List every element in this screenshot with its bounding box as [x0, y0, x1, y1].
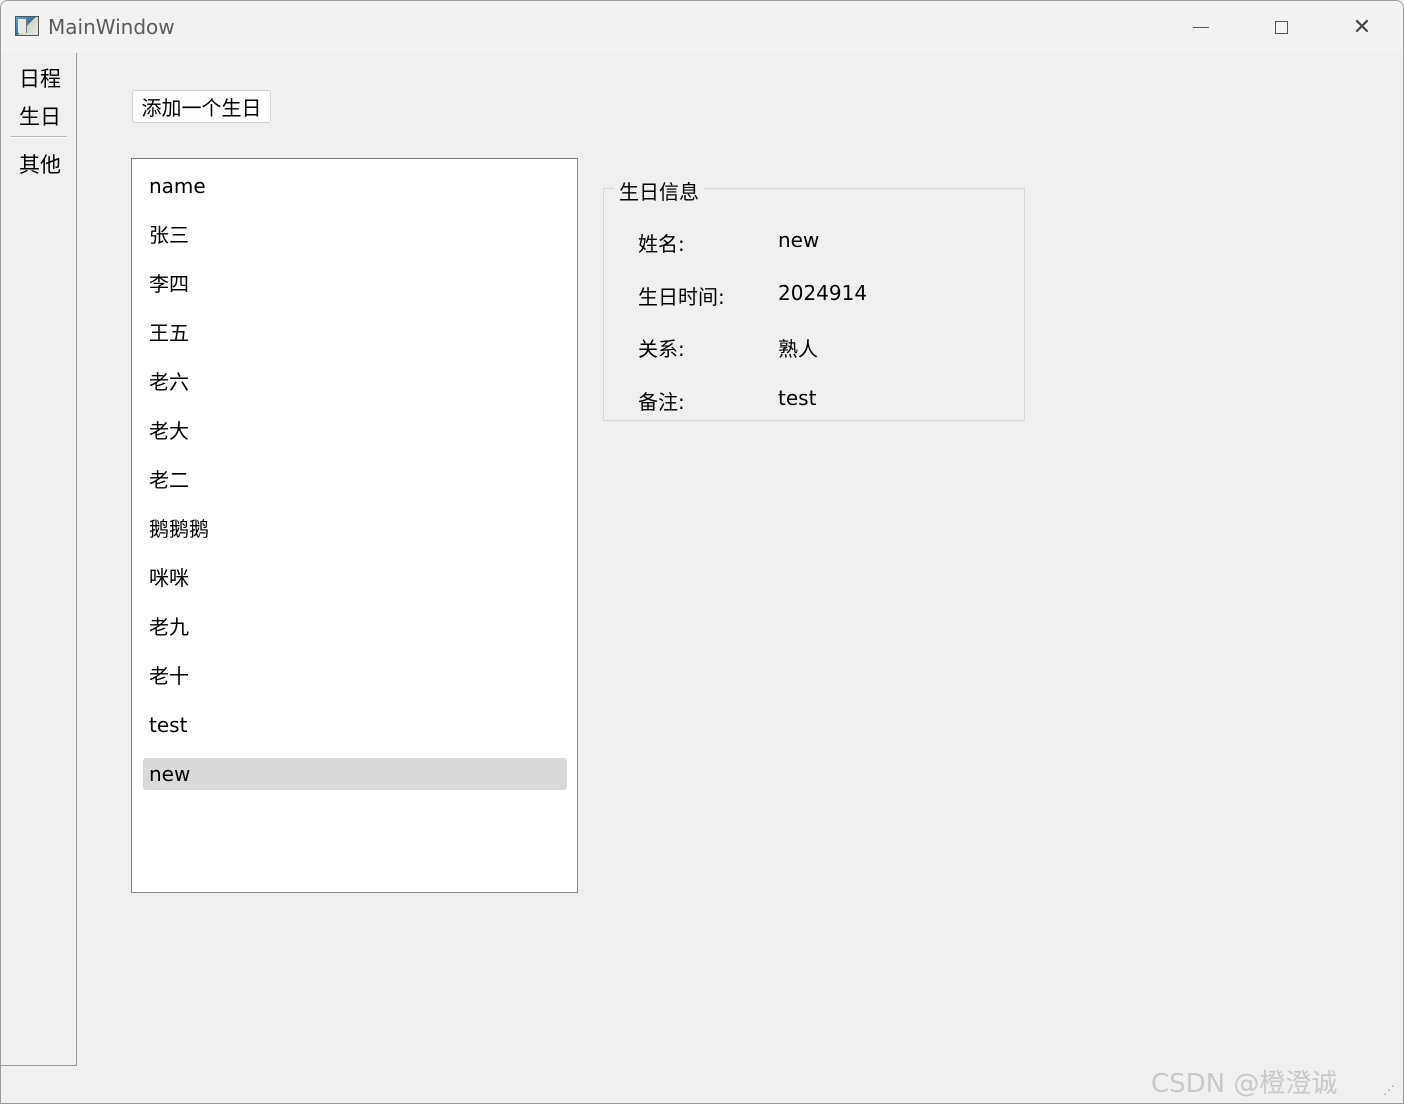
list-item[interactable]: name [143, 170, 567, 202]
list-item[interactable]: 王五 [143, 317, 567, 349]
list-item[interactable]: 老六 [143, 366, 567, 398]
name-value: new [778, 228, 820, 252]
close-button[interactable]: ✕ [1322, 1, 1402, 53]
sidebar-item-other[interactable]: 其他 [19, 149, 61, 179]
group-title: 生日信息 [614, 176, 704, 205]
watermark: CSDN @橙澄诚Aiden [1151, 1069, 1338, 1103]
list-item[interactable]: 老大 [143, 415, 567, 447]
close-icon: ✕ [1352, 14, 1372, 40]
sidebar: 日程 生日 其他 [1, 53, 77, 1066]
note-label: 备注: [638, 390, 685, 414]
minimize-button[interactable] [1161, 1, 1241, 53]
name-label: 姓名: [638, 232, 685, 256]
list-item[interactable]: 老九 [143, 611, 567, 643]
minimize-icon [1193, 26, 1209, 28]
birthday-list[interactable]: name 张三 李四 王五 老六 老大 老二 鹅鹅鹅 咪咪 老九 老十 test… [131, 158, 578, 893]
list-item-selected[interactable]: new [143, 758, 567, 790]
relationship-label: 关系: [638, 337, 685, 361]
sidebar-item-birthday[interactable]: 生日 [19, 101, 61, 131]
list-item[interactable]: 李四 [143, 268, 567, 300]
sidebar-divider [11, 136, 67, 138]
main-window: MainWindow ✕ 日程 生日 其他 添加一个生日 name 张三 李四 … [0, 0, 1404, 1104]
birthday-date-value: 2024914 [778, 281, 868, 305]
list-item[interactable]: 老二 [143, 464, 567, 496]
window-title: MainWindow [48, 15, 175, 39]
list-item[interactable]: 咪咪 [143, 562, 567, 594]
app-window-icon [15, 16, 39, 36]
add-birthday-button[interactable]: 添加一个生日 [132, 90, 271, 123]
list-item[interactable]: 张三 [143, 219, 567, 251]
maximize-icon [1274, 20, 1288, 34]
resize-grip-icon[interactable]: ⋰ [1383, 1083, 1395, 1097]
list-item[interactable]: 老十 [143, 660, 567, 692]
maximize-button[interactable] [1241, 1, 1321, 53]
list-item[interactable]: 鹅鹅鹅 [143, 513, 567, 545]
title-bar[interactable]: MainWindow ✕ [1, 1, 1403, 53]
birthday-date-label: 生日时间: [638, 285, 725, 309]
sidebar-item-schedule[interactable]: 日程 [19, 63, 61, 93]
list-item[interactable]: test [143, 709, 567, 741]
relationship-value: 熟人 [778, 337, 818, 361]
note-value: test [778, 386, 817, 410]
